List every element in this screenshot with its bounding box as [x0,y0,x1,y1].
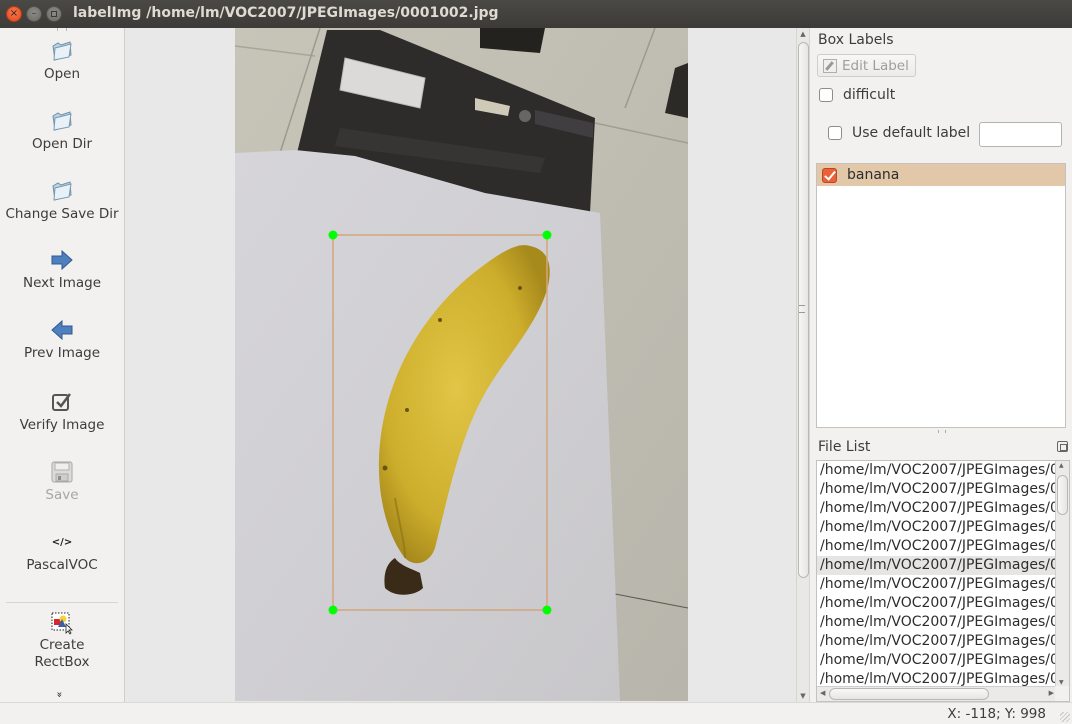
file-list-title: File List [818,439,871,455]
file-list-item[interactable]: /home/lm/VOC2007/JPEGImages/0 [817,480,1055,499]
scroll-left-arrow-icon[interactable]: ◀ [820,689,825,697]
scrollbar-thumb[interactable] [829,688,989,700]
file-list-item[interactable]: /home/lm/VOC2007/JPEGImages/0 [817,613,1055,632]
folder-open-icon [0,36,124,66]
label-visibility-checkbox[interactable] [822,167,837,183]
scroll-up-arrow-icon[interactable]: ▲ [797,30,809,38]
edit-label-button[interactable]: Edit Label [817,54,916,77]
prev-image-button[interactable]: Prev Image [0,315,124,361]
bbox-handle-top-right [542,230,552,240]
status-bar: X: -118; Y: 998 [0,702,1072,724]
file-list-vertical-scrollbar[interactable]: ▲ ▼ [1055,461,1069,687]
scroll-right-arrow-icon[interactable]: ▶ [1049,689,1054,697]
arrow-left-icon [0,315,124,345]
minimize-icon: – [31,8,37,19]
file-list-item[interactable]: /home/lm/VOC2007/JPEGImages/0 [817,518,1055,537]
code-tag-icon: </> [51,536,73,548]
right-dock: Box Labels Edit Label difficult Use defa… [811,28,1072,702]
file-list[interactable]: /home/lm/VOC2007/JPEGImages/0/home/lm/VO… [816,460,1070,702]
folder-open-icon [0,106,124,136]
window-title: labelImg /home/lm/VOC2007/JPEGImages/000… [73,5,499,21]
canvas-vertical-scrollbar[interactable]: ▲ ▼ [796,28,810,702]
create-rectbox-label: Create RectBox [34,637,90,670]
pascalvoc-format-button[interactable]: </> PascalVOC [0,527,124,574]
maximize-window-button[interactable] [46,6,62,22]
box-labels-list[interactable]: banana [816,163,1066,428]
image-canvas[interactable] [124,28,796,702]
arrow-right-icon [0,245,124,275]
box-labels-title: Box Labels [818,32,894,48]
difficult-checkbox[interactable] [819,88,833,102]
scroll-down-arrow-icon[interactable]: ▼ [1059,679,1064,686]
checkbox-icon [0,387,124,417]
verify-image-button[interactable]: Verify Image [0,387,124,433]
toolbar-overflow-chevron-icon[interactable]: » [54,691,65,697]
use-default-label-checkbox[interactable] [828,126,842,140]
close-icon: × [9,8,19,19]
file-list-item[interactable]: /home/lm/VOC2007/JPEGImages/0 [817,594,1055,613]
difficult-checkbox-row[interactable]: difficult [819,87,895,103]
cursor-coordinates: X: -118; Y: 998 [947,706,1046,722]
undock-float-icon[interactable] [1057,441,1068,452]
edit-pencil-icon [823,58,837,73]
title-bar: × – labelImg /home/lm/VOC2007/JPEGImages… [0,0,1072,28]
annotated-photo [235,28,688,701]
dock-splitter-handle[interactable] [799,305,805,313]
scroll-up-arrow-icon[interactable]: ▲ [1059,462,1064,469]
open-button[interactable]: Open [0,36,124,82]
file-list-item[interactable]: /home/lm/VOC2007/JPEGImages/0 [817,575,1055,594]
default-label-input[interactable] [979,122,1062,147]
use-default-label-row[interactable]: Use default label [828,125,970,141]
bbox-handle-bottom-left [328,605,338,615]
folder-open-icon [0,176,124,206]
file-list-item[interactable]: /home/lm/VOC2007/JPEGImages/0 [817,499,1055,518]
maximize-icon [51,11,57,17]
create-rectbox-button[interactable]: Create RectBox [0,609,124,671]
file-list-item[interactable]: /home/lm/VOC2007/JPEGImages/0 [817,651,1055,670]
scrollbar-corner [1055,686,1069,701]
save-button[interactable]: Save [0,457,124,503]
list-resize-grip[interactable] [938,430,946,433]
bbox-handle-top-left [328,230,338,240]
resize-grip-icon[interactable] [1060,712,1070,722]
minimize-window-button[interactable]: – [26,6,42,22]
label-item-banana[interactable]: banana [817,164,1065,186]
next-image-button[interactable]: Next Image [0,245,124,291]
photo-content [235,28,688,701]
bbox-handle-bottom-right [542,605,552,615]
file-list-item[interactable]: /home/lm/VOC2007/JPEGImages/0 [817,556,1055,575]
scrollbar-thumb[interactable] [1057,475,1068,515]
left-toolbar: Open Open Dir Change Save Dir Next Image… [0,28,124,702]
close-window-button[interactable]: × [6,6,22,22]
toolbar-grip[interactable] [57,28,67,31]
scroll-down-arrow-icon[interactable]: ▼ [797,692,809,700]
file-list-item[interactable]: /home/lm/VOC2007/JPEGImages/0 [817,537,1055,556]
floppy-disk-icon [0,457,124,487]
change-save-dir-button[interactable]: Change Save Dir [0,176,124,222]
create-rect-icon [0,609,124,637]
file-list-item[interactable]: /home/lm/VOC2007/JPEGImages/0 [817,632,1055,651]
file-list-item[interactable]: /home/lm/VOC2007/JPEGImages/0 [817,461,1055,480]
open-dir-button[interactable]: Open Dir [0,106,124,152]
toolbar-separator [6,602,118,603]
file-list-horizontal-scrollbar[interactable]: ◀ ▶ [817,686,1057,701]
